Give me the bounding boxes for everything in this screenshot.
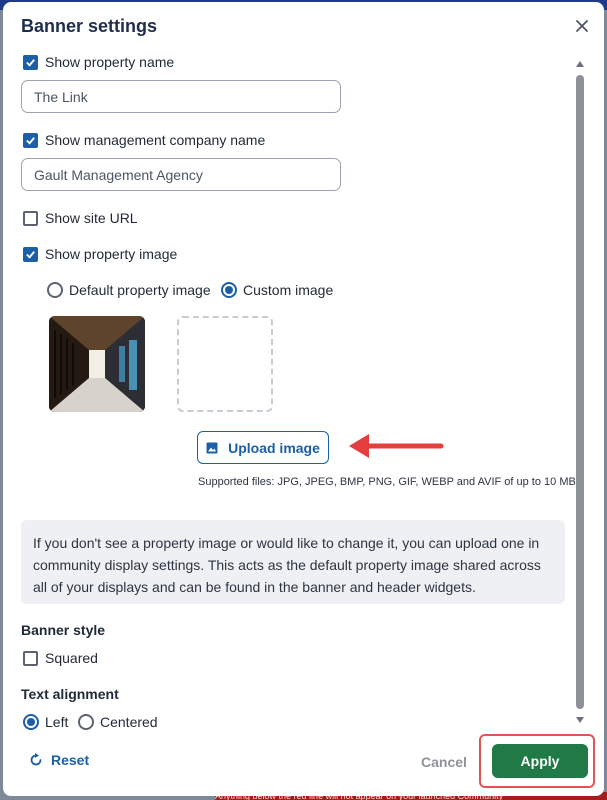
align-centered-label: Centered [100, 714, 158, 730]
supported-files-text: Supported files: JPG, JPEG, BMP, PNG, GI… [198, 476, 576, 488]
custom-image-label: Custom image [243, 282, 334, 298]
custom-image-radio[interactable] [221, 282, 237, 298]
show-property-image-row[interactable]: Show property image [23, 246, 177, 262]
default-property-image-radio-row[interactable]: Default property image [47, 282, 211, 298]
red-arrow-annotation [349, 434, 444, 458]
show-site-url-label: Show site URL [45, 210, 138, 226]
default-property-image-radio[interactable] [47, 282, 63, 298]
show-management-company-label: Show management company name [45, 132, 266, 148]
hallway-photo [49, 316, 145, 412]
reset-icon [30, 753, 42, 766]
show-property-name-row[interactable]: Show property name [23, 54, 174, 70]
check-icon [26, 136, 35, 145]
text-alignment-heading: Text alignment [21, 686, 119, 702]
align-centered-radio[interactable] [78, 714, 94, 730]
check-icon [26, 250, 35, 259]
squared-label: Squared [45, 650, 98, 666]
settings-scroll-area[interactable]: Show property name Show management compa… [3, 50, 604, 740]
upload-image-label: Upload image [228, 439, 320, 456]
show-property-image-label: Show property image [45, 246, 178, 262]
squared-row[interactable]: Squared [23, 650, 98, 666]
align-left-label: Left [45, 714, 69, 730]
align-centered-row[interactable]: Centered [78, 714, 158, 730]
show-site-url-checkbox[interactable] [23, 210, 38, 226]
apply-label: Apply [520, 753, 560, 769]
info-text: If you don't see a property image or wou… [33, 535, 541, 595]
apply-button[interactable]: Apply [492, 744, 588, 778]
align-left-radio[interactable] [23, 714, 39, 730]
show-property-name-checkbox[interactable] [23, 54, 38, 70]
show-property-name-label: Show property name [45, 54, 175, 70]
info-box: If you don't see a property image or wou… [21, 520, 565, 604]
custom-image-radio-row[interactable]: Custom image [221, 282, 333, 298]
squared-checkbox[interactable] [23, 650, 38, 666]
dialog-footer: Reset Cancel Apply [3, 734, 604, 796]
check-icon [26, 58, 35, 67]
cancel-button[interactable]: Cancel [421, 754, 467, 770]
show-management-company-checkbox[interactable] [23, 132, 38, 148]
banner-style-heading: Banner style [21, 622, 106, 638]
banner-settings-dialog: Banner settings Show property name Show … [3, 2, 604, 796]
close-icon [576, 20, 588, 32]
management-company-input[interactable] [21, 158, 341, 191]
default-property-image-thumbnail[interactable] [49, 316, 145, 412]
show-management-company-row[interactable]: Show management company name [23, 132, 265, 148]
align-left-row[interactable]: Left [23, 714, 68, 730]
default-property-image-label: Default property image [69, 282, 211, 298]
dialog-title: Banner settings [21, 16, 158, 36]
scrollbar-thumb[interactable] [576, 75, 584, 709]
upload-image-button[interactable]: Upload image [197, 431, 329, 464]
image-icon [206, 442, 218, 453]
reset-label: Reset [51, 752, 90, 768]
property-name-input[interactable] [21, 80, 341, 113]
show-property-image-checkbox[interactable] [23, 246, 38, 262]
show-site-url-row[interactable]: Show site URL [23, 210, 138, 226]
close-button[interactable] [572, 16, 592, 36]
reset-button[interactable]: Reset [29, 752, 89, 768]
scroll-down-icon [576, 717, 584, 723]
scroll-up-icon [576, 61, 584, 67]
custom-image-placeholder[interactable] [177, 316, 273, 412]
